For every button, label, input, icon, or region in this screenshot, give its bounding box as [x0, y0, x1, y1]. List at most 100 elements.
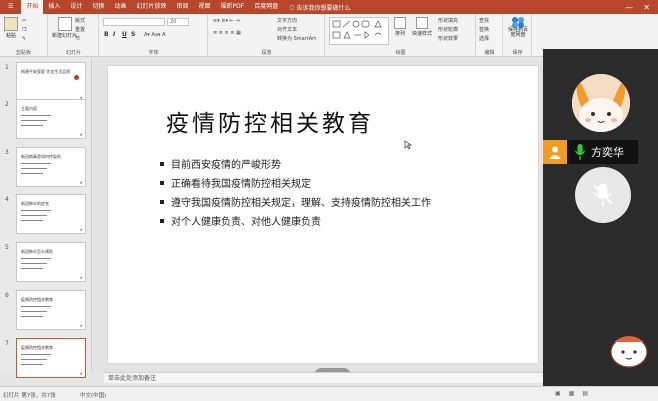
thumbnail-number: 5 — [5, 244, 9, 251]
text-direction-button[interactable]: 文字方向 — [277, 17, 297, 24]
new-slide-button[interactable]: 新建幻灯片 — [52, 17, 77, 39]
thumbnail-text-line — [21, 120, 47, 121]
slide-thumbnail[interactable]: 构建平安家庭 优化生活品质 ★ — [16, 62, 86, 102]
shape-fill-button[interactable]: 形状填充 — [438, 17, 458, 24]
arrange-label: 排列 — [394, 31, 405, 37]
thumbnail-title: 构建平安家庭 优化生活品质 — [21, 69, 71, 74]
window-controls: — ✕ — [625, 3, 658, 12]
bullets-icon[interactable]: ≡▾ ≡▾ ⇤ ⇥ — [213, 18, 240, 24]
tab-slideshow[interactable]: 幻灯片放映 — [131, 0, 171, 14]
cartoon-sticker — [606, 330, 652, 370]
align-text-button[interactable]: 对齐文本 — [277, 26, 297, 33]
thumbnail-animation-icon: ★ — [79, 275, 83, 280]
tab-review[interactable]: 审阅 — [171, 0, 193, 14]
participant-avatar[interactable] — [572, 74, 630, 132]
italic-button[interactable]: I — [113, 31, 115, 38]
slide-bullet-list[interactable]: 目前西安疫情的严峻形势 正确看待我国疫情防控相关规定 遵守我国疫情防控相关规定，… — [160, 154, 431, 230]
microphone-icon[interactable] — [573, 143, 587, 161]
new-slide-icon — [57, 17, 72, 31]
notes-pane[interactable]: 单击此处添加备注 — [104, 372, 544, 383]
tab-transitions[interactable]: 切换 — [87, 0, 109, 14]
thumbnail-number: 6 — [5, 292, 9, 299]
reading-view-icon[interactable]: ▤ — [582, 390, 588, 397]
tab-animations[interactable]: 动画 — [109, 0, 131, 14]
slide-title[interactable]: 疫情防控相关教育 — [166, 104, 374, 138]
save-to-baidu-button[interactable]: 保存到百度网盘 — [506, 16, 530, 38]
layout-button[interactable]: 版式 — [75, 17, 85, 24]
smartart-button[interactable]: 转换为 SmartArt — [277, 35, 316, 42]
thumbnail-number: 4 — [5, 196, 9, 203]
reset-button[interactable]: 重置 — [75, 26, 85, 33]
slide-thumbnail[interactable]: 疫情防控相关教育 ★ — [16, 290, 86, 330]
quick-styles-label: 快速样式 — [412, 31, 433, 37]
thumbnail-animation-icon: ★ — [79, 180, 83, 185]
format-painter-icon[interactable]: ✎ — [22, 36, 26, 42]
thumbnail-title: 新冠肺炎怎么预防 — [21, 249, 53, 254]
shapes-preview-icon — [332, 20, 382, 39]
thumbnail-text-line — [21, 163, 51, 164]
replace-button[interactable]: 替换 — [479, 26, 489, 33]
normal-view-icon[interactable]: ▣ — [555, 390, 561, 397]
thumbnail-animation-icon: ★ — [79, 227, 83, 232]
tab-insert[interactable]: 插入 — [43, 0, 65, 14]
bullet-text: 正确看待我国疫情防控相关规定 — [171, 179, 311, 190]
thumbnail-number: 7 — [5, 340, 9, 347]
copy-icon[interactable]: ❐ — [22, 27, 26, 33]
find-button[interactable]: 查找 — [479, 17, 489, 24]
tab-file[interactable]: ☰ — [0, 0, 21, 14]
tab-design[interactable]: 设计 — [65, 0, 87, 14]
font-size-select[interactable]: 20 — [167, 18, 189, 26]
thumbnail-text-line — [21, 210, 51, 211]
tab-home[interactable]: 开始 — [21, 0, 44, 14]
slide-thumbnail[interactable]: 新冠肺炎怎么预防 ★ — [16, 242, 86, 282]
slide-thumbnail[interactable]: 新冠肺炎的症状 ★ — [16, 194, 86, 234]
underline-button[interactable]: U — [122, 31, 127, 38]
thumbnail-title: 疫情防控相关教育 — [21, 345, 53, 350]
slide-thumbnail[interactable]: 疫情防控相关教育 ★ — [16, 338, 86, 378]
slide-thumbnail[interactable]: 新冠病毒是如何传染的 ★ — [16, 147, 86, 187]
view-buttons: ▣ ▦ ▤ — [555, 390, 588, 397]
tab-view[interactable]: 视图 — [194, 0, 216, 14]
slide-thumbnail[interactable]: 主要内容 ★ — [16, 99, 86, 139]
minimize-icon[interactable]: — — [625, 3, 633, 12]
ribbon-tab-bar: ☰ 开始 插入 设计 切换 动画 幻灯片放映 审阅 视图 福昕PDF 百度网盘 … — [0, 0, 658, 14]
thumbnail-text-line — [21, 359, 47, 360]
align-icons[interactable]: ≡ ≡ ≡ ≡ ▦ — [213, 30, 241, 36]
group-label-paragraph: 段落 — [261, 50, 272, 56]
close-icon[interactable]: ✕ — [643, 3, 650, 12]
font-color-icon[interactable]: A▾ Aa▾ A — [144, 32, 166, 38]
bullet-dot-icon — [160, 199, 164, 204]
slide-sorter-icon[interactable]: ▦ — [569, 390, 575, 397]
section-button[interactable]: 节 — [75, 35, 80, 42]
group-slides: 新建幻灯片 版式 重置 节 幻灯片 — [49, 14, 99, 57]
language-status[interactable]: 中文(中国) — [80, 391, 106, 399]
arrange-icon — [394, 17, 406, 29]
mouse-cursor-icon — [404, 140, 412, 150]
group-label-clipboard: 剪贴板 — [15, 50, 31, 56]
group-label-editing: 编辑 — [484, 50, 495, 56]
tab-baidu-netdisk[interactable]: 百度网盘 — [249, 0, 283, 14]
tab-foxit-pdf[interactable]: 福昕PDF — [216, 0, 250, 14]
paste-button[interactable]: 粘贴 — [4, 17, 18, 39]
thumbnail-title: 疫情防控相关教育 — [21, 297, 53, 302]
quick-styles-button[interactable]: 快速样式 — [412, 17, 432, 37]
thumbnail-title: 新冠肺炎的症状 — [21, 201, 49, 206]
group-font: 20 B I U S A▾ Aa▾ A 字体 — [100, 14, 208, 57]
cut-icon[interactable]: ✂ — [22, 18, 26, 24]
shape-outline-button[interactable]: 形状轮廓 — [438, 26, 458, 33]
shape-effects-button[interactable]: 形状效果 — [438, 35, 458, 42]
shapes-gallery[interactable] — [329, 17, 389, 45]
current-slide[interactable]: 疫情防控相关教育 目前西安疫情的严峻形势 正确看待我国疫情防控相关规定 遵守我国… — [108, 66, 538, 383]
bullet-text: 目前西安疫情的严峻形势 — [171, 160, 281, 171]
tell-me-search[interactable]: ○ 告诉我你想要做什么 — [289, 3, 350, 12]
shadow-button[interactable]: S — [131, 31, 135, 38]
powerpoint-window: ☰ 开始 插入 设计 切换 动画 幻灯片放映 审阅 视图 福昕PDF 百度网盘 … — [0, 0, 658, 401]
select-button[interactable]: 选择 — [479, 35, 489, 42]
thumbnail-text-line — [21, 263, 47, 264]
bullet-dot-icon — [160, 218, 164, 223]
group-label-slides: 幻灯片 — [65, 50, 81, 56]
mute-button[interactable] — [575, 167, 631, 223]
arrange-button[interactable]: 排列 — [394, 17, 406, 37]
bold-button[interactable]: B — [104, 31, 109, 38]
font-name-select[interactable] — [103, 18, 165, 26]
